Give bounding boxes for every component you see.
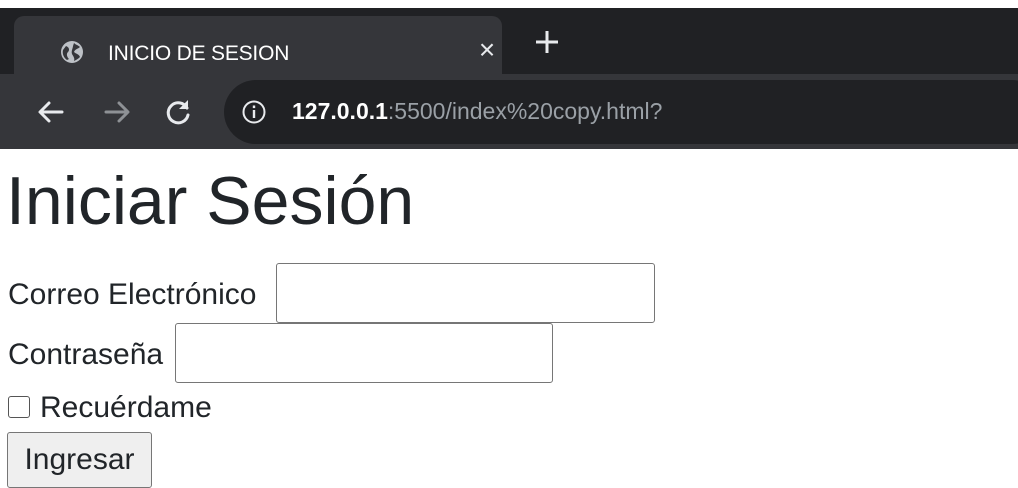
globe-icon: [61, 41, 83, 63]
tab-title: INICIO DE SESION: [108, 42, 290, 65]
password-field[interactable]: [175, 323, 553, 383]
reload-icon[interactable]: [162, 96, 194, 128]
url-path: :5500/index%20copy.html?: [387, 98, 663, 124]
email-label: Correo Electrónico: [8, 278, 257, 311]
remember-me-label[interactable]: Recuérdame: [40, 391, 212, 425]
browser-window-chrome: INICIO DE SESION × 127.0.0.1:5500/index%…: [0, 8, 1018, 149]
password-label: Contraseña: [8, 338, 164, 371]
browser-tab[interactable]: INICIO DE SESION ×: [14, 16, 502, 74]
arrow-left-icon[interactable]: [34, 96, 66, 128]
url-host: 127.0.0.1: [292, 98, 388, 124]
tab-strip: INICIO DE SESION ×: [0, 8, 1018, 74]
remember-me-checkbox[interactable]: [8, 396, 30, 418]
plus-icon[interactable]: [531, 26, 563, 58]
address-bar[interactable]: 127.0.0.1:5500/index%20copy.html?: [224, 80, 1018, 144]
browser-toolbar: 127.0.0.1:5500/index%20copy.html?: [0, 74, 1018, 149]
page-title: Iniciar Sesión: [6, 163, 415, 239]
arrow-right-icon[interactable]: [102, 96, 134, 128]
url-text[interactable]: 127.0.0.1:5500/index%20copy.html?: [292, 98, 662, 125]
page-content: Iniciar Sesión Correo Electrónico Contra…: [0, 149, 1018, 488]
email-field[interactable]: [276, 263, 655, 323]
info-icon[interactable]: [241, 99, 267, 125]
close-tab-icon[interactable]: ×: [472, 35, 502, 65]
submit-button[interactable]: Ingresar: [7, 432, 152, 488]
